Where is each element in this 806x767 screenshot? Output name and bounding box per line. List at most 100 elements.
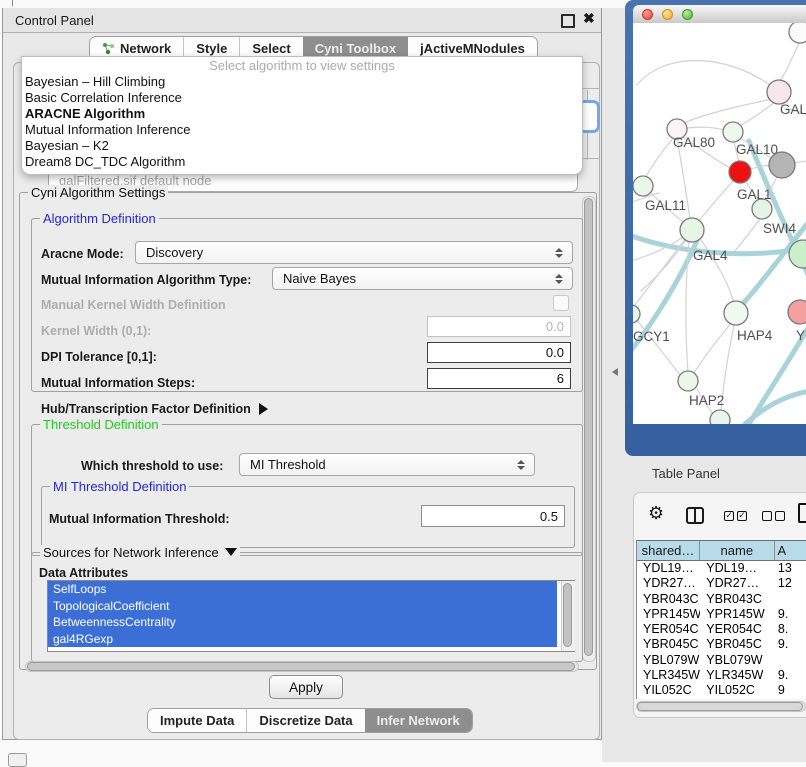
column-header[interactable]: shared… [637, 541, 700, 560]
network-canvas[interactable]: GALGAL80GAL10GAL1GAL11SWI4GAL4GCY1HAP4YH… [633, 23, 806, 424]
hidden-group-border-fragment [581, 158, 600, 159]
table-cell: YER054C [637, 622, 700, 637]
table-row[interactable]: YBR043CYBR043C [637, 592, 806, 607]
network-node-hap2[interactable] [678, 371, 698, 391]
float-window-icon[interactable] [561, 14, 575, 28]
table-row[interactable]: YBL079WYBL079W [637, 653, 806, 668]
network-node-gal[interactable] [767, 80, 791, 104]
table-hscrollbar-thumb[interactable] [637, 702, 803, 711]
gear-icon[interactable]: ⚙ [648, 503, 664, 524]
network-node-gal4[interactable] [680, 218, 704, 242]
attribute-list-item[interactable]: gal4RGexp [48, 631, 557, 648]
node-label: Y [796, 328, 805, 343]
sources-collapse-toggle[interactable]: Sources for Network Inference [40, 545, 240, 560]
table-row[interactable]: YDR27…YDR27…12 [637, 576, 806, 591]
table-row[interactable]: YLR345WYLR345W9. [637, 668, 806, 683]
dropdown-item[interactable]: Bayesian – Hill Climbing [22, 74, 582, 90]
network-graph[interactable]: GALGAL80GAL10GAL1GAL11SWI4GAL4GCY1HAP4YH… [633, 23, 806, 424]
mi-threshold-field[interactable] [421, 505, 565, 527]
group-title: MI Threshold Definition [50, 479, 189, 494]
table-row[interactable]: YPR145WYPR145W9. [637, 607, 806, 622]
table-row[interactable]: YDL19…YDL19…13 [637, 561, 806, 576]
network-node-gal1[interactable] [729, 161, 751, 183]
table-row[interactable]: YER054CYER054C8. [637, 622, 806, 637]
tab-label: Impute Data [160, 713, 234, 728]
tab-label: Select [252, 41, 290, 56]
group-title: Threshold Definition [40, 417, 162, 432]
zoom-traffic-light-icon[interactable] [682, 9, 693, 20]
node-label: GAL4 [693, 248, 728, 263]
panel-divider-handle[interactable] [612, 368, 618, 376]
network-node-hap4[interactable] [724, 301, 748, 325]
aracne-mode-combobox[interactable]: Discovery [135, 241, 573, 264]
table-cell: YLR345W [637, 668, 700, 683]
data-attributes-list[interactable]: SelfLoopsTopologicalCoefficientBetweenne… [47, 580, 575, 652]
network-node-y[interactable] [788, 300, 806, 324]
table-cell: YER054C [700, 622, 775, 637]
table-cell: YPR145W [637, 607, 700, 622]
kernel-width-field[interactable] [427, 316, 571, 337]
which-threshold-label: Which threshold to use: [81, 459, 223, 473]
columns-icon[interactable] [686, 507, 704, 524]
table-cell: YLR345W [700, 668, 775, 683]
table-cell: YBR045C [637, 637, 700, 652]
close-icon[interactable]: ✖ [583, 10, 595, 27]
close-traffic-light-icon[interactable] [642, 9, 653, 20]
table-panel-card: ⚙ ✓✓ shared…nameA YDL19…YDL19…13YDR27…YD… [633, 492, 806, 718]
network-edge [780, 41, 800, 81]
table-cell [775, 653, 806, 668]
deselect-all-icon[interactable] [762, 511, 785, 521]
dpi-tolerance-field[interactable] [427, 342, 571, 363]
apply-button[interactable]: Apply [269, 675, 343, 699]
tab-infer-network[interactable]: Infer Network [365, 709, 472, 732]
table-cell: 12 [775, 576, 806, 591]
dropdown-item[interactable]: Bayesian – K2 [22, 138, 582, 154]
combo-spinner-icon [555, 248, 563, 258]
hub-definition-toggle[interactable]: Hub/Transcription Factor Definition [41, 402, 268, 416]
dropdown-item[interactable]: Basic Correlation Inference [22, 90, 582, 106]
manual-kernel-checkbox[interactable] [553, 295, 569, 311]
which-threshold-combobox[interactable]: MI Threshold [239, 453, 535, 476]
network-node[interactable] [710, 410, 730, 424]
column-header[interactable]: name [700, 541, 774, 560]
network-edge [687, 127, 725, 130]
network-node[interactable] [789, 23, 806, 43]
network-window-titlebar[interactable] [633, 5, 806, 23]
table-panel-title: Table Panel [652, 466, 720, 481]
mi-type-label: Mutual Information Algorithm Type: [41, 273, 251, 287]
list-scrollbar-thumb[interactable] [563, 583, 572, 647]
minimize-traffic-light-icon[interactable] [662, 9, 673, 20]
combo-spinner-icon [555, 274, 563, 284]
aracne-mode-label: Aracne Mode: [41, 247, 124, 261]
attribute-list-item[interactable]: BetweennessCentrality [48, 614, 557, 631]
node-label: GAL80 [673, 135, 715, 150]
algorithm-dropdown: Select algorithm to view settings Bayesi… [21, 56, 583, 175]
settings-hscrollbar-thumb[interactable] [27, 662, 575, 671]
network-node-gal10[interactable] [723, 122, 743, 142]
select-all-icon[interactable]: ✓✓ [724, 511, 747, 521]
attribute-list-item[interactable]: SelfLoops [48, 581, 557, 598]
dropdown-item[interactable]: ARACNE Algorithm [22, 106, 582, 122]
mi-type-combobox[interactable]: Naive Bayes [272, 267, 573, 290]
table-row[interactable]: YBR045CYBR045C9. [637, 637, 806, 652]
page-icon[interactable] [798, 503, 806, 523]
tab-discretize-data[interactable]: Discretize Data [246, 709, 364, 732]
table-cell: YBR043C [637, 592, 700, 607]
mi-steps-field[interactable] [427, 368, 571, 389]
dropdown-item[interactable]: Mutual Information Inference [22, 122, 582, 138]
node-label: GCY1 [633, 329, 670, 344]
dropdown-item[interactable]: Dream8 DC_TDC Algorithm [22, 154, 582, 170]
attribute-list-item[interactable]: TopologicalCoefficient [48, 598, 557, 615]
tab-impute-data[interactable]: Impute Data [148, 709, 246, 732]
table-row[interactable]: YIL052CYIL052C9 [637, 683, 806, 698]
column-header[interactable]: A [775, 541, 806, 560]
corner-widget-icon[interactable] [8, 753, 27, 767]
network-edge [645, 138, 673, 178]
network-node-gal11[interactable] [633, 176, 653, 196]
manual-kernel-label: Manual Kernel Width Definition [41, 298, 226, 312]
network-node-swi4[interactable] [752, 199, 772, 219]
network-node-gcy1[interactable] [633, 305, 640, 323]
aracne-mode-value: Discovery [146, 245, 203, 260]
network-node[interactable] [769, 152, 795, 178]
settings-scrollbar-thumb[interactable] [584, 198, 593, 656]
